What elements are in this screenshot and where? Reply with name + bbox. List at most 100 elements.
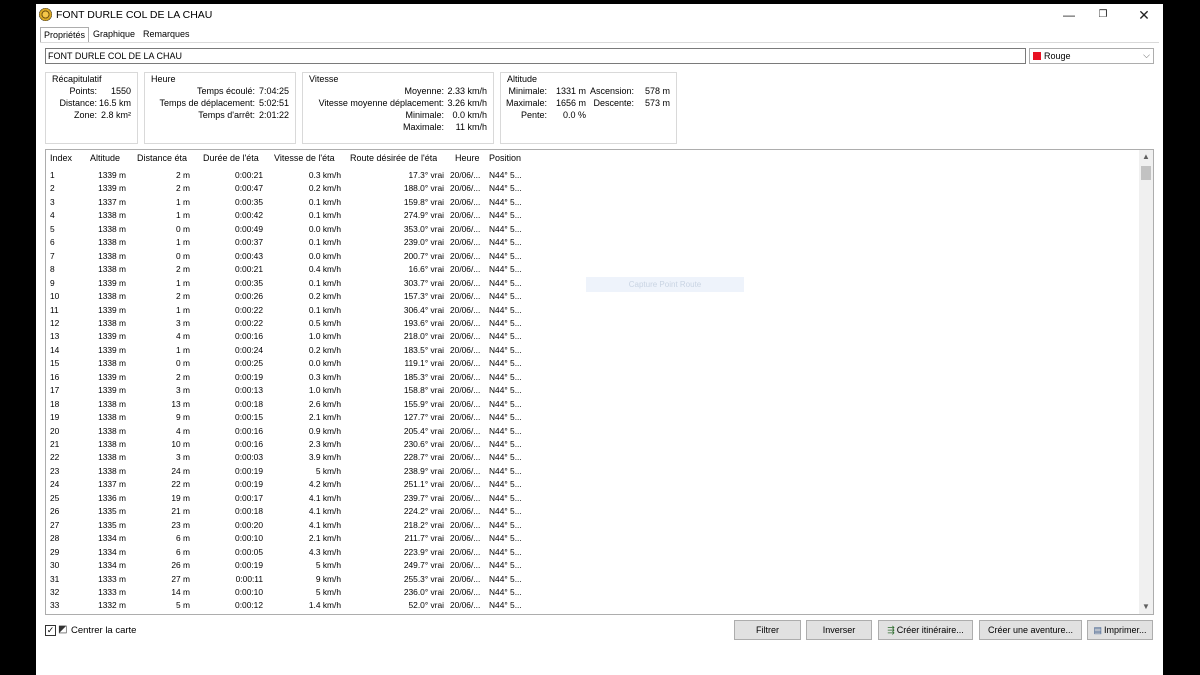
- track-points-table[interactable]: Index Altitude Distance éta Durée de l'éta V…: [45, 149, 1154, 615]
- table-cell: 218.0° vrai: [403, 331, 444, 342]
- app-logo-icon: [39, 8, 52, 21]
- tab-graph[interactable]: Graphique: [90, 27, 138, 43]
- table-cell: 0:00:21: [235, 170, 263, 180]
- table-cell: N44° 5...: [489, 573, 522, 584]
- table-cell: 228.6° vrai: [347, 613, 444, 615]
- altitude-group: Altitude Minimale: 1331 m Maximale: 1656…: [500, 72, 677, 144]
- vertical-scrollbar[interactable]: ▲ ▼: [1139, 150, 1153, 614]
- filter-button[interactable]: Filtrer: [734, 620, 801, 640]
- column-header[interactable]: Altitude: [90, 150, 120, 168]
- table-cell: 274.9° vrai: [403, 210, 444, 221]
- table-cell: N44° 5...: [489, 398, 522, 409]
- table-cell: 0.1 km/h: [308, 210, 341, 221]
- table-cell: N44° 5...: [489, 264, 522, 275]
- table-cell: 20/06/...: [450, 506, 481, 517]
- column-header[interactable]: Route désirée de l'éta: [350, 150, 437, 168]
- table-cell: N44° 5...: [489, 331, 522, 342]
- stat-value: 1331 m: [555, 86, 586, 96]
- table-cell: 20/06/...: [450, 291, 481, 302]
- table-cell: 6: [50, 237, 55, 248]
- track-name-input[interactable]: [45, 48, 1026, 64]
- table-cell: 127.7° vrai: [403, 412, 444, 423]
- column-header[interactable]: Vitesse de l'éta: [274, 150, 335, 168]
- table-cell: 20/06/...: [450, 425, 481, 436]
- column-header[interactable]: Heure: [455, 150, 480, 168]
- table-cell: 1339 m: [98, 331, 126, 342]
- table-cell: 32: [50, 586, 60, 597]
- table-cell: 2 m: [176, 264, 190, 275]
- scroll-up-icon[interactable]: ▲: [1139, 150, 1153, 164]
- create-adventure-button[interactable]: Créer une aventure...: [979, 620, 1082, 640]
- table-cell: 1335 m: [98, 506, 126, 517]
- table-cell: 1.0 km/h: [308, 331, 341, 342]
- maximize-button[interactable]: ❐: [1085, 4, 1121, 26]
- create-route-label: Créer itinéraire...: [896, 625, 964, 635]
- stat-label: Zone:: [73, 110, 97, 120]
- route-icon: ⇶: [887, 625, 895, 635]
- table-cell: N44° 5...: [489, 533, 522, 544]
- table-cell: 0:00:49: [235, 223, 263, 234]
- table-cell: 10: [50, 291, 60, 302]
- create-route-button[interactable]: ⇶ Créer itinéraire...: [878, 620, 973, 640]
- table-cell: 10 m: [132, 613, 190, 615]
- table-cell: 20/06/...: [450, 317, 481, 328]
- print-button[interactable]: ▤ Imprimer...: [1087, 620, 1153, 640]
- table-cell: 0:00:03: [235, 452, 263, 463]
- table-cell: 158.8° vrai: [403, 385, 444, 396]
- table-cell: 1338 m: [98, 452, 126, 463]
- table-cell: 20/06/...: [450, 398, 481, 409]
- table-cell: 24 m: [171, 465, 190, 476]
- table-cell: 20/06/...: [450, 344, 481, 355]
- column-header[interactable]: Durée de l'éta: [203, 150, 259, 168]
- center-map-checkbox[interactable]: ✓: [45, 625, 56, 636]
- table-cell: 0.1 km/h: [308, 196, 341, 207]
- column-header[interactable]: Position: [489, 150, 521, 168]
- table-cell: 2 m: [176, 291, 190, 302]
- stat-label: Ascension:: [589, 86, 634, 96]
- table-cell: N44° 5...: [489, 519, 522, 530]
- minimize-button[interactable]: —: [1051, 4, 1087, 26]
- table-cell: 20/06/...: [450, 223, 481, 234]
- tab-properties[interactable]: Propriétés: [40, 27, 90, 43]
- table-cell: N44° 5...: [489, 492, 522, 503]
- scroll-down-icon[interactable]: ▼: [1139, 600, 1153, 614]
- table-cell: 29: [50, 546, 60, 557]
- tab-notes[interactable]: Remarques: [140, 27, 193, 43]
- table-cell: 0:00:47: [235, 183, 263, 194]
- table-cell: 21: [50, 439, 60, 449]
- chevron-down-icon: ⌵: [1143, 50, 1150, 60]
- stat-label: Maximale:: [402, 122, 444, 132]
- table-cell: 12: [50, 317, 60, 328]
- stat-label: Distance:: [59, 98, 97, 108]
- table-cell: 19: [50, 412, 60, 423]
- table-cell: 353.0° vrai: [403, 223, 444, 234]
- table-cell: N44° 5...: [489, 479, 522, 490]
- column-header[interactable]: Distance éta: [137, 150, 187, 168]
- table-cell: 1332 m: [86, 613, 126, 615]
- table-cell: 8: [50, 264, 55, 275]
- stat-value: 5:02:51: [258, 98, 289, 108]
- center-map-label: Centrer la carte: [71, 625, 137, 636]
- table-cell: 1339 m: [98, 385, 126, 396]
- column-header[interactable]: Index: [50, 150, 72, 168]
- table-cell: 0:00:16: [235, 425, 263, 436]
- table-cell: 33: [50, 600, 60, 611]
- table-cell: 0.2 km/h: [308, 344, 341, 355]
- color-dropdown[interactable]: Rouge ⌵: [1029, 48, 1154, 64]
- table-cell: N44° 5...: [489, 412, 522, 423]
- table-cell: 6 m: [176, 533, 190, 544]
- table-cell: 20/06/...: [450, 210, 481, 221]
- stat-label: Moyenne:: [404, 86, 444, 96]
- stat-label: Descente:: [593, 98, 634, 108]
- table-cell: 9: [50, 277, 55, 288]
- table-cell: 5: [50, 223, 55, 234]
- table-cell: N44° 5...: [489, 358, 522, 369]
- table-cell: 23 m: [171, 519, 190, 530]
- scroll-thumb[interactable]: [1141, 166, 1151, 180]
- invert-button[interactable]: Inverser: [806, 620, 872, 640]
- table-cell: N44° 5...: [489, 344, 522, 355]
- table-cell: 4 m: [176, 331, 190, 342]
- close-button[interactable]: ✕: [1126, 4, 1162, 26]
- table-cell: 4.3 km/h: [308, 546, 341, 557]
- table-cell: 4.1 km/h: [308, 492, 341, 503]
